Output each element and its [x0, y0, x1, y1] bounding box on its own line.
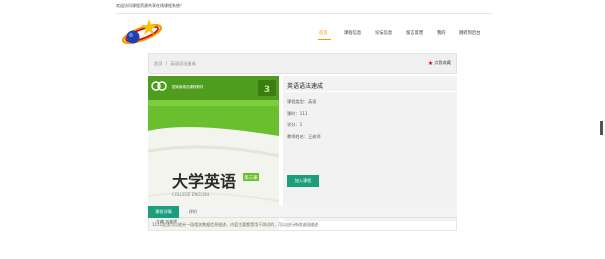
tab-reviews[interactable]: 评价 — [179, 206, 207, 218]
breadcrumb-bar: 首页 / 英语语法速成 ★点我收藏 — [148, 53, 457, 74]
nav-item-home[interactable]: 首页 — [319, 30, 328, 36]
star-icon: ★ — [427, 60, 434, 67]
course-credit-value: 1 — [299, 122, 303, 127]
course-credit: 学分：1 — [287, 122, 302, 128]
favorite-button[interactable]: ★点我收藏 — [428, 60, 451, 67]
nav-item-mine[interactable]: 我的 — [437, 30, 446, 36]
nav-item-forum[interactable]: 论坛信息 — [375, 30, 392, 36]
cover-series: 国家级精品课程教材 — [172, 84, 204, 89]
course-title: 英语语法速成 — [287, 83, 324, 90]
course-teacher-label: 教师姓名： — [287, 134, 308, 139]
welcome-text: 欢迎访问课程资源共享在线课程系统！ — [116, 3, 184, 8]
course-info-card: 英语语法速成 课程类型：英语 课时：111 学分：1 教师姓名：王老师 加入课程 — [283, 76, 457, 221]
course-teacher: 教师姓名：王老师 — [287, 134, 321, 140]
course-detail-panel: 首页 / 英语语法速成 ★点我收藏 3 大学英语 第三册 COLLEGE ENG… — [148, 53, 457, 231]
cover-title: 大学英语 — [172, 172, 236, 191]
detail-tabs: 课程详情 评价 — [148, 206, 457, 218]
top-divider — [116, 13, 492, 14]
top-bar: 欢迎访问课程资源共享在线课程系统！ — [0, 0, 605, 14]
favorite-label: 点我收藏 — [434, 60, 451, 65]
nav-item-feedback[interactable]: 留言反馈 — [406, 30, 423, 36]
nav-item-courses[interactable]: 课程信息 — [344, 30, 361, 36]
breadcrumb-current: 英语语法速成 — [170, 61, 196, 66]
course-hours: 课时：111 — [287, 111, 308, 117]
course-hours-label: 课时： — [287, 111, 300, 116]
cover-subtitle: COLLEGE ENGLISH — [172, 192, 209, 197]
course-type: 课程类型：英语 — [287, 99, 316, 105]
cover-volume: 第三册 — [244, 174, 258, 181]
course-credit-label: 学分： — [287, 122, 300, 127]
main-nav: 首页 课程信息 论坛信息 留言反馈 我的 跳转到后台 — [0, 30, 605, 40]
side-scroll-handle[interactable] — [600, 121, 603, 135]
course-intro-text: 1111这里可以放另一段相关数据信息描述，内容主要都是用于测试的，可以自行修改该… — [152, 222, 319, 227]
course-hours-value: 111 — [299, 111, 308, 116]
breadcrumb: 首页 / 英语语法速成 — [154, 61, 196, 67]
nav-item-admin[interactable]: 跳转到后台 — [459, 30, 480, 36]
nav-active-underline — [318, 39, 331, 40]
course-type-value: 英语 — [307, 99, 317, 104]
course-teacher-value: 王老师 — [307, 134, 321, 139]
course-type-label: 课程类型： — [287, 99, 308, 104]
breadcrumb-home[interactable]: 首页 — [154, 61, 162, 66]
breadcrumb-separator: / — [165, 61, 168, 66]
course-intro: 1111这里可以放另一段相关数据信息描述，内容主要都是用于测试的，可以自行修改该… — [148, 218, 457, 231]
svg-text:3: 3 — [264, 85, 270, 95]
tab-course-detail[interactable]: 课程详情 — [148, 206, 179, 218]
join-course-button[interactable]: 加入课程 — [287, 175, 319, 187]
info-divider — [283, 91, 457, 92]
